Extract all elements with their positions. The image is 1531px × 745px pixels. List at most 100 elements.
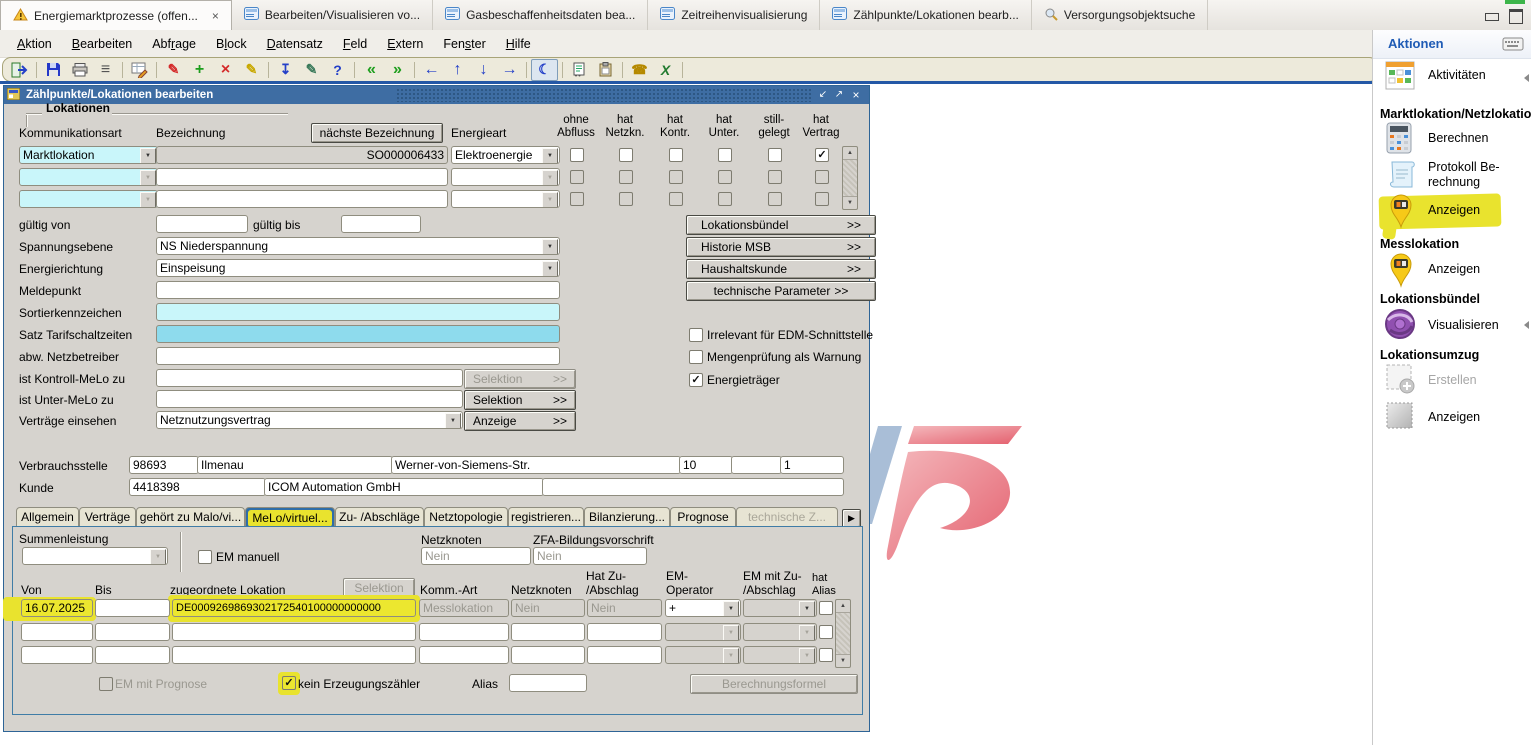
stillgelegt-checkbox[interactable] [768, 148, 782, 162]
save-icon[interactable] [41, 60, 66, 80]
gueltig-bis-field[interactable] [341, 215, 421, 233]
scroll-up-icon[interactable]: ▲ [836, 600, 850, 613]
energieart-select[interactable]: ▼ [451, 168, 560, 186]
minimize-icon[interactable] [1485, 13, 1499, 21]
tab-prognose[interactable]: Prognose [670, 507, 736, 527]
komm-art-cell[interactable] [419, 623, 509, 641]
delete-record-icon[interactable]: × [213, 60, 238, 80]
sidebar-item-anzeigen-marktlokation[interactable]: Anzeigen [1373, 193, 1531, 237]
tab-gasbeschaffenheitsdaten[interactable]: Gasbeschaffenheitsdaten bea... [433, 0, 648, 30]
next-block-icon[interactable]: » [385, 60, 410, 80]
scrollbar-track[interactable] [843, 160, 857, 196]
update-record-icon[interactable]: ✎ [299, 60, 324, 80]
tab-melo-virtuell[interactable]: MeLo/virtuel... [245, 507, 335, 527]
chevron-down-icon[interactable]: ▼ [542, 261, 558, 277]
stillgelegt-checkbox[interactable] [768, 170, 782, 184]
von-cell[interactable]: 16.07.2025 [21, 599, 93, 617]
em-mit-zu-select[interactable]: ▼ [743, 646, 817, 664]
lokationsbuendel-button[interactable]: Lokationsbündel>> [686, 215, 876, 235]
mengenpruefung-checkbox[interactable] [689, 350, 703, 364]
hat-kontr-checkbox[interactable] [669, 148, 683, 162]
von-cell[interactable] [21, 646, 93, 664]
previous-block-icon[interactable]: « [359, 60, 384, 80]
hat-alias-checkbox[interactable] [819, 601, 833, 615]
scroll-left-icon[interactable]: ← [419, 60, 444, 80]
menu-hilfe[interactable]: Hilfe [497, 34, 540, 54]
enter-query-icon[interactable]: ✎ [161, 60, 186, 80]
hat-unter-checkbox[interactable] [718, 148, 732, 162]
alias-field[interactable] [509, 674, 587, 692]
tab-netztopologie[interactable]: Netztopologie [424, 507, 508, 527]
help-icon[interactable]: ? [325, 60, 350, 80]
sidebar-item-anzeigen-messlokation[interactable]: Anzeigen [1373, 252, 1531, 294]
list-icon[interactable]: ≡ [93, 60, 118, 80]
window-toggle-icon[interactable]: ☾ [531, 59, 558, 81]
chevron-down-icon[interactable]: ▼ [542, 239, 558, 255]
next-record-icon[interactable]: ↓ [471, 60, 496, 80]
print-icon[interactable] [67, 60, 92, 80]
clipboard-icon[interactable] [593, 60, 618, 80]
keyboard-icon[interactable] [1502, 36, 1524, 54]
edit-query-icon[interactable] [127, 60, 152, 80]
abw-netzbetreiber-field[interactable] [156, 347, 560, 365]
kommunikationsart-select[interactable]: Marktlokation▼ [19, 146, 158, 164]
tab-zu-abschlaege[interactable]: Zu- /Abschläge [335, 507, 424, 527]
hat-alias-checkbox[interactable] [819, 625, 833, 639]
von-cell[interactable] [21, 623, 93, 641]
em-mit-zu-select[interactable]: ▼ [743, 623, 817, 641]
support-call-icon[interactable]: ☎ [627, 60, 652, 80]
hat-unter-checkbox[interactable] [718, 192, 732, 206]
bezeichnung-field[interactable]: SO000006433 [156, 146, 448, 164]
energietraeger-checkbox[interactable]: ✓ [689, 373, 703, 387]
spannungsebene-select[interactable]: NS Niederspannung▼ [156, 237, 560, 255]
cancel-query-icon[interactable]: ✎ [239, 60, 264, 80]
irrelevant-edm-checkbox[interactable] [689, 328, 703, 342]
wohnungsnummer-field[interactable]: 1 [780, 456, 844, 474]
sidebar-item-anzeigen-lokationsumzug[interactable]: Anzeigen [1373, 401, 1531, 441]
kunde-zusatz-field[interactable] [542, 478, 844, 496]
fetch-next-icon[interactable]: ↧ [273, 60, 298, 80]
export-excel-icon[interactable]: X [653, 60, 678, 80]
ist-kontroll-melo-field[interactable] [156, 369, 463, 387]
menu-extern[interactable]: Extern [378, 34, 432, 54]
em-manuell-checkbox[interactable] [198, 550, 212, 564]
ohne-abfluss-checkbox[interactable] [570, 192, 584, 206]
em-operator-select[interactable]: ▼ [665, 646, 741, 664]
maximize-icon[interactable]: ↗ [832, 88, 846, 102]
sidebar-item-aktivitaeten[interactable]: Aktivitäten [1373, 60, 1531, 100]
naechste-bezeichnung-button[interactable]: nächste Bezeichnung [311, 123, 443, 143]
haushaltskunde-button[interactable]: Haushaltskunde>> [686, 259, 876, 279]
zugeordnete-lokation-cell[interactable] [172, 623, 416, 641]
netzknoten-cell[interactable] [511, 623, 585, 641]
zugeordnete-lokation-cell[interactable]: DE0009269869302172540100000000000 [172, 599, 416, 617]
bezeichnung-field[interactable] [156, 190, 448, 208]
sidebar-item-visualisieren[interactable]: Visualisieren [1373, 307, 1531, 349]
energierichtung-select[interactable]: Einspeisung▼ [156, 259, 560, 277]
zusatz-field[interactable] [731, 456, 782, 474]
plz-field[interactable]: 98693 [129, 456, 199, 474]
menu-fenster[interactable]: Fenster [434, 34, 494, 54]
hat-netzkn-checkbox[interactable] [619, 148, 633, 162]
kommunikationsart-select[interactable]: ▼ [19, 168, 158, 186]
sortierkennzeichen-field[interactable] [156, 303, 560, 321]
previous-record-icon[interactable]: ↑ [445, 60, 470, 80]
scroll-up-icon[interactable]: ▲ [843, 147, 857, 160]
kundennummer-field[interactable]: 4418398 [129, 478, 266, 496]
strasse-field[interactable]: Werner-von-Siemens-Str. [391, 456, 681, 474]
stillgelegt-checkbox[interactable] [768, 192, 782, 206]
ohne-abfluss-checkbox[interactable] [570, 148, 584, 162]
bis-cell[interactable] [95, 599, 170, 617]
zugeordnete-lokation-cell[interactable] [172, 646, 416, 664]
hat-alias-checkbox[interactable] [819, 648, 833, 662]
ort-field[interactable]: Ilmenau [197, 456, 393, 474]
menu-feld[interactable]: Feld [334, 34, 376, 54]
tab-zeitreihenvisualisierung[interactable]: Zeitreihenvisualisierung [648, 0, 820, 30]
chevron-down-icon[interactable]: ▼ [799, 601, 815, 617]
hat-kontr-checkbox[interactable] [669, 170, 683, 184]
close-icon[interactable]: × [212, 9, 219, 23]
komm-art-cell[interactable] [419, 646, 509, 664]
hat-zu-cell[interactable] [587, 646, 662, 664]
tab-zaehlpunkte-lokationen[interactable]: Zählpunkte/Lokationen bearb... [820, 0, 1031, 30]
satz-tarifschaltzeiten-field[interactable] [156, 325, 560, 343]
hat-kontr-checkbox[interactable] [669, 192, 683, 206]
